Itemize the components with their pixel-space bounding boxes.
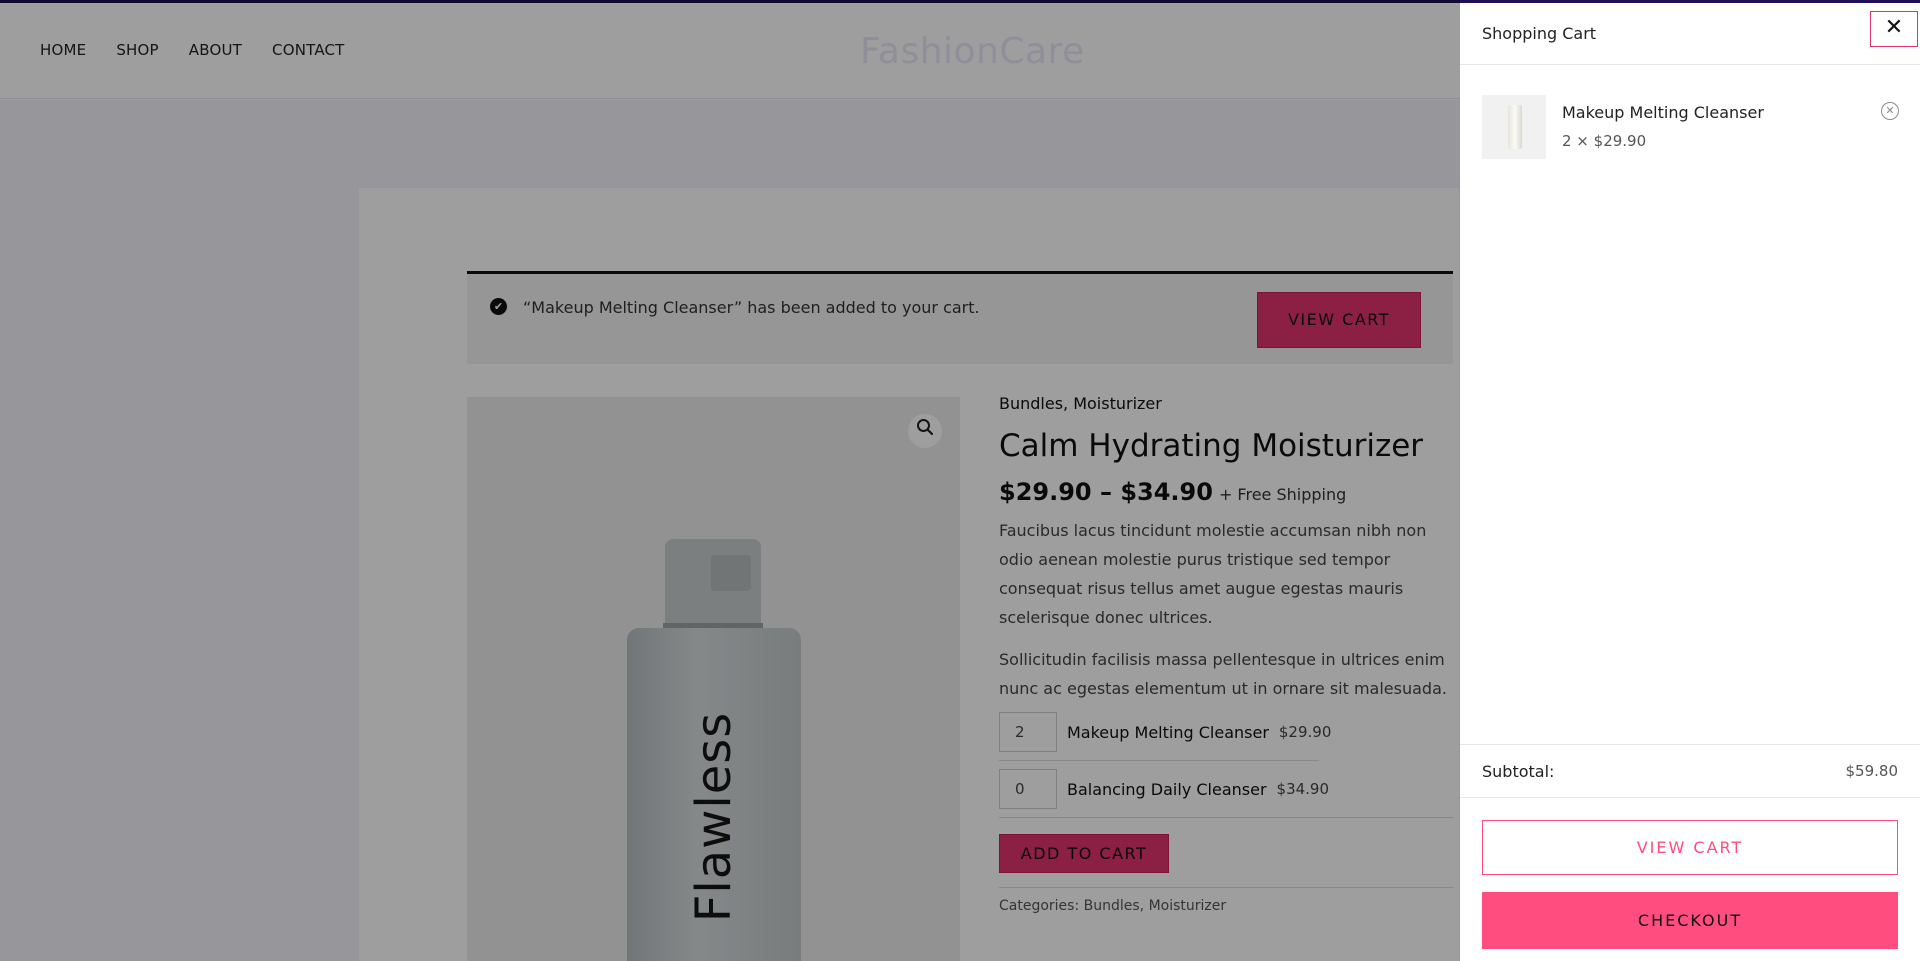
remove-icon[interactable]: ✕ — [1881, 102, 1899, 120]
cart-item-thumbnail[interactable] — [1482, 95, 1546, 159]
subtotal-label: Subtotal: — [1482, 762, 1555, 781]
cart-item-name[interactable]: Makeup Melting Cleanser — [1562, 103, 1764, 122]
cart-item: Makeup Melting Cleanser 2 × $29.90 ✕ — [1482, 95, 1902, 163]
drawer-header: Shopping Cart ✕ — [1460, 3, 1920, 65]
drawer-overlay[interactable] — [0, 0, 1460, 961]
cart-drawer: Shopping Cart ✕ Makeup Melting Cleanser … — [1460, 0, 1920, 961]
cart-item-quantity-price: 2 × $29.90 — [1562, 132, 1647, 150]
checkout-button[interactable]: CHECKOUT — [1482, 892, 1898, 949]
subtotal-bar: Subtotal: $59.80 — [1460, 744, 1920, 798]
drawer-view-cart-button[interactable]: VIEW CART — [1482, 820, 1898, 875]
drawer-title: Shopping Cart — [1482, 24, 1597, 43]
subtotal-value: $59.80 — [1845, 762, 1899, 780]
close-icon[interactable]: ✕ — [1870, 11, 1918, 47]
